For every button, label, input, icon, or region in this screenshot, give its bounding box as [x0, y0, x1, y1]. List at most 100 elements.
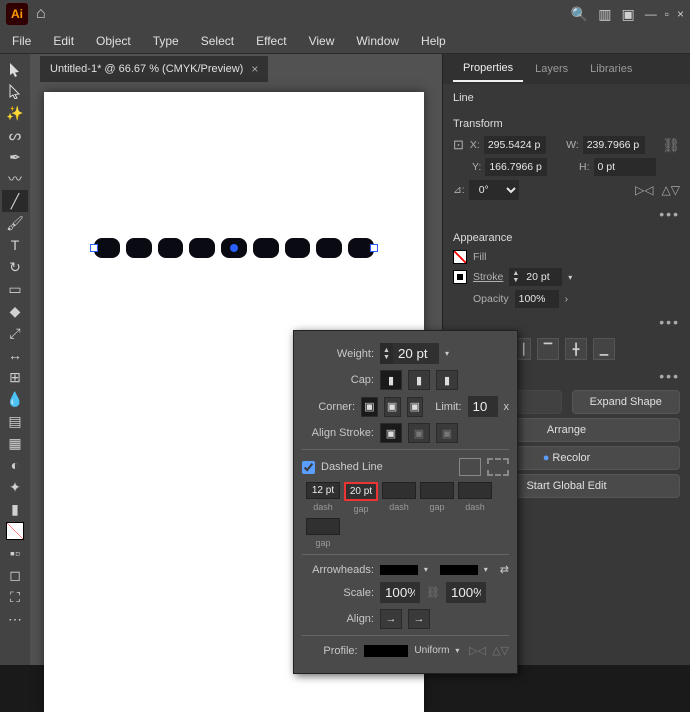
flip-horizontal-icon[interactable]: ▷◁	[635, 183, 653, 197]
rectangle-tool[interactable]: ▭	[2, 278, 28, 300]
drawing-modes[interactable]: ◻	[2, 564, 28, 586]
swap-arrows-icon[interactable]: ⇄	[500, 563, 509, 576]
stroke-weight-dropdown-icon[interactable]: ▾	[568, 273, 578, 282]
gap-input-3[interactable]	[420, 482, 454, 499]
tab-properties[interactable]: Properties	[453, 56, 523, 82]
stroke-label[interactable]: Stroke	[473, 271, 503, 283]
corner-miter-icon[interactable]: ▣	[361, 397, 378, 417]
opacity-input[interactable]	[515, 290, 559, 308]
weight-stepper[interactable]: ▲▼	[380, 343, 439, 364]
preserve-dash-icon[interactable]	[459, 458, 481, 476]
reference-point-icon[interactable]: ⊡	[453, 137, 464, 153]
dash-input-4[interactable]	[458, 482, 492, 499]
magic-wand-tool[interactable]: ✨	[2, 102, 28, 124]
miter-limit-input[interactable]	[468, 396, 498, 417]
link-dimensions-icon[interactable]: ⛓	[662, 137, 680, 154]
direct-selection-tool[interactable]	[2, 80, 28, 102]
transform-title: Transform	[443, 112, 690, 134]
mesh-tool[interactable]: ▦	[2, 432, 28, 454]
rotate-input[interactable]: 0°	[469, 180, 519, 200]
eyedropper-tool[interactable]: 💧	[2, 388, 28, 410]
selection-tool[interactable]	[2, 58, 28, 80]
weight-input[interactable]	[393, 343, 439, 364]
dash-input-0[interactable]	[306, 482, 340, 499]
scale-tool[interactable]: ⤢	[2, 322, 28, 344]
menubar: File Edit Object Type Select Effect View…	[0, 28, 690, 54]
profile-preview[interactable]	[364, 645, 409, 657]
cap-butt-icon[interactable]: ▮	[380, 370, 402, 390]
tab-libraries[interactable]: Libraries	[580, 57, 642, 81]
align-top-icon[interactable]: ▔	[537, 338, 559, 360]
blend-tool[interactable]: ◐	[2, 454, 28, 476]
menu-type[interactable]: Type	[143, 30, 189, 52]
corner-bevel-icon[interactable]: ▣	[407, 397, 424, 417]
x-input[interactable]	[484, 136, 546, 154]
menu-view[interactable]: View	[299, 30, 345, 52]
arrow-end-swatch[interactable]	[440, 565, 478, 575]
rotate-tool[interactable]: ↻	[2, 256, 28, 278]
transform-more-icon[interactable]: •••	[443, 202, 690, 226]
align-bottom-icon[interactable]: ▁	[593, 338, 615, 360]
screen-mode[interactable]: ⛶	[2, 586, 28, 608]
window-close[interactable]: ×	[677, 7, 684, 21]
dashed-line-object[interactable]	[94, 238, 374, 258]
menu-select[interactable]: Select	[191, 30, 244, 52]
flip-vertical-icon[interactable]: △▽	[662, 183, 680, 197]
align-center-v-icon[interactable]: ╋	[565, 338, 587, 360]
gap-input-1[interactable]	[344, 482, 378, 501]
workspace-switcher-icon[interactable]: ▣	[621, 6, 634, 23]
align-dash-icon[interactable]	[487, 458, 509, 476]
w-input[interactable]	[583, 136, 645, 154]
profile-dropdown-icon[interactable]: ▾	[455, 646, 463, 655]
menu-file[interactable]: File	[2, 30, 41, 52]
weight-dropdown-icon[interactable]: ▾	[445, 349, 455, 358]
y-input[interactable]	[485, 158, 547, 176]
align-stroke-center-icon[interactable]: ▣	[380, 423, 402, 443]
color-modes[interactable]: ▪▫	[2, 542, 28, 564]
expand-shape-button[interactable]: Expand Shape	[572, 390, 681, 414]
align-stroke-outside-icon: ▣	[436, 423, 458, 443]
lasso-tool[interactable]: ᔕ	[2, 124, 28, 146]
cap-round-icon[interactable]: ▮	[408, 370, 430, 390]
menu-edit[interactable]: Edit	[43, 30, 84, 52]
document-tab[interactable]: Untitled-1* @ 66.67 % (CMYK/Preview) ×	[40, 56, 268, 82]
column-graph-tool[interactable]: ▮	[2, 498, 28, 520]
dashgap-label: gap	[429, 502, 444, 512]
fill-swatch[interactable]	[453, 250, 467, 264]
window-minimize[interactable]: —	[645, 7, 657, 21]
type-tool[interactable]: T	[2, 234, 28, 256]
tab-layers[interactable]: Layers	[525, 57, 578, 81]
h-input[interactable]	[594, 158, 656, 176]
corner-round-icon[interactable]: ▣	[384, 397, 401, 417]
home-icon[interactable]: ⌂	[36, 5, 46, 23]
gap-input-5[interactable]	[306, 518, 340, 535]
menu-window[interactable]: Window	[346, 30, 409, 52]
pen-tool[interactable]: ✒	[2, 146, 28, 168]
stroke-weight-stepper[interactable]: ▲▼	[509, 268, 562, 286]
gradient-tool[interactable]: ▤	[2, 410, 28, 432]
shaper-tool[interactable]: ◆	[2, 300, 28, 322]
search-icon[interactable]: 🔍	[571, 6, 588, 23]
paintbrush-tool[interactable]: 🖌	[2, 212, 28, 234]
free-transform-tool[interactable]: ⊞	[2, 366, 28, 388]
dash-input-2[interactable]	[382, 482, 416, 499]
arrow-start-swatch[interactable]	[380, 565, 418, 575]
stroke-swatch[interactable]	[453, 270, 467, 284]
curvature-tool[interactable]: 〰	[2, 168, 28, 190]
width-tool[interactable]: ↔	[2, 344, 28, 366]
menu-object[interactable]: Object	[86, 30, 141, 52]
menu-effect[interactable]: Effect	[246, 30, 296, 52]
opacity-dropdown-icon[interactable]: ›	[565, 293, 569, 305]
arrange-docs-icon[interactable]: ▥	[598, 6, 611, 23]
arrow-scale-start-input	[380, 582, 420, 603]
window-maximize[interactable]: ▫	[665, 7, 669, 21]
close-icon[interactable]: ×	[251, 62, 258, 76]
symbol-sprayer-tool[interactable]: ✦	[2, 476, 28, 498]
dashed-line-checkbox[interactable]	[302, 461, 315, 474]
fill-stroke-indicator[interactable]	[2, 520, 28, 542]
edit-toolbar[interactable]: ⋯	[2, 608, 28, 630]
cap-projecting-icon[interactable]: ▮	[436, 370, 458, 390]
line-segment-tool[interactable]: ╱	[2, 190, 28, 212]
stroke-weight-input[interactable]	[522, 268, 562, 286]
menu-help[interactable]: Help	[411, 30, 456, 52]
